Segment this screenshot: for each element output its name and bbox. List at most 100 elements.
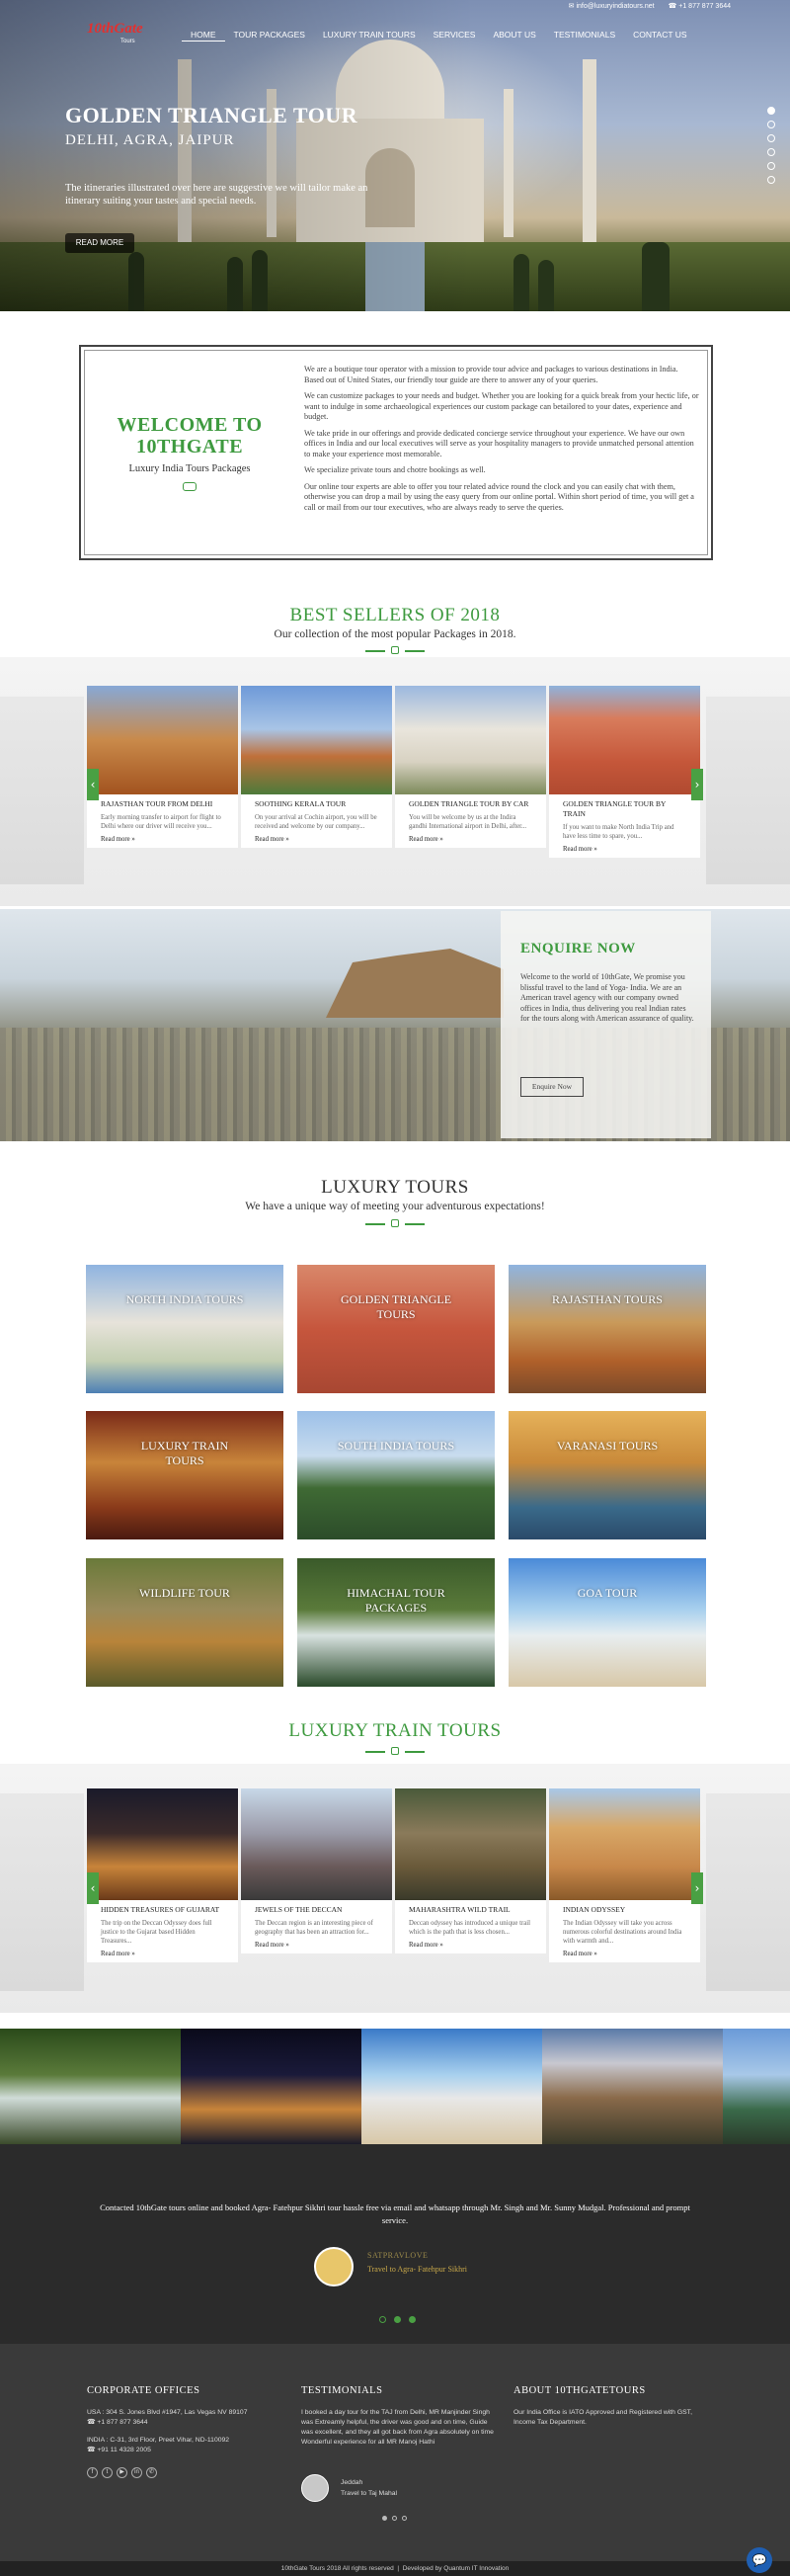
footer-about: ABOUT 10THGATETOURS Our India Office is … [514, 2385, 692, 2426]
gallery-image[interactable] [542, 2029, 723, 2144]
slider-dot[interactable] [767, 176, 775, 184]
enquire-panel: ENQUIRE NOW Welcome to the world of 10th… [501, 911, 711, 1138]
slider-dot[interactable] [767, 121, 775, 128]
twitter-icon[interactable]: t [102, 2467, 113, 2478]
package-card[interactable]: SOOTHING KERALA TOUR On your arrival at … [241, 686, 392, 848]
chat-icon[interactable]: 💬 [747, 2547, 772, 2573]
hero-description: The itineraries illustrated over here ar… [65, 183, 368, 207]
carousel-next-arrow[interactable]: › [691, 769, 703, 800]
train-tours-heading: LUXURY TRAIN TOURS [288, 1720, 502, 1741]
read-more-link[interactable]: Read more » [101, 1951, 224, 1957]
enquire-title: ENQUIRE NOW [520, 941, 636, 956]
social-links: f t ▶ in ✆ [87, 2467, 275, 2478]
carousel-next-arrow[interactable]: › [691, 1872, 703, 1904]
read-more-link[interactable]: Read more » [563, 1951, 686, 1957]
copyright-bar: 10thGate Tours 2018 All rights reserved … [0, 2561, 790, 2576]
hero-subtitle: DELHI, AGRA, JAIPUR [65, 132, 235, 148]
train-image [241, 1788, 392, 1900]
gallery-image[interactable] [181, 2029, 361, 2144]
slider-dot[interactable] [767, 134, 775, 142]
package-card[interactable]: GOLDEN TRIANGLE TOUR BY CAR You will be … [395, 686, 546, 848]
gallery-image[interactable] [0, 2029, 181, 2144]
testimonial-dots [379, 2316, 416, 2323]
nav-services[interactable]: Services [425, 29, 485, 42]
phone-link[interactable]: ☎ +1 877 877 3644 [669, 2, 731, 10]
slider-dot[interactable] [767, 162, 775, 170]
tour-tile-himachal[interactable]: HIMACHAL TOUR PACKAGES [297, 1558, 495, 1687]
tour-tile-luxury-train[interactable]: LUXURY TRAIN TOURS [86, 1411, 283, 1539]
site-logo[interactable]: 10thGate Tours [87, 20, 160, 49]
package-image [87, 686, 238, 794]
footer: CORPORATE OFFICES USA : 304 S. Jones Blv… [0, 2344, 790, 2561]
slider-dot[interactable] [382, 2516, 387, 2521]
whatsapp-icon[interactable]: ✆ [146, 2467, 157, 2478]
tour-tile-wildlife[interactable]: WILDLIFE TOUR [86, 1558, 283, 1687]
welcome-title: WELCOME TO 10THGATE [117, 414, 263, 457]
testimonial-quote: Contacted 10thGate tours online and book… [100, 2202, 690, 2225]
developer-link[interactable]: Developed by Quantum IT Innovation [403, 2565, 510, 2572]
top-contact-bar: ✉ info@luxuryindiatours.net ☎ +1 877 877… [569, 2, 731, 10]
main-nav: Home Tour Packages Luxury Train Tours Se… [182, 29, 696, 42]
hero-title: GOLDEN TRIANGLE TOUR [65, 103, 358, 127]
train-image [87, 1788, 238, 1900]
tour-tile-goa[interactable]: GOA TOUR [509, 1558, 706, 1687]
slider-dot[interactable] [392, 2516, 397, 2521]
facebook-icon[interactable]: f [87, 2467, 98, 2478]
tour-tile-south-india[interactable]: SOUTH INDIA TOURS [297, 1411, 495, 1539]
avatar [301, 2474, 329, 2502]
read-more-link[interactable]: Read more » [563, 846, 686, 853]
train-card[interactable]: HIDDEN TREASURES OF GUJARAT The trip on … [87, 1788, 238, 1962]
nav-testimonials[interactable]: Testimonials [545, 29, 624, 42]
avatar [314, 2247, 354, 2286]
slider-dot[interactable] [409, 2316, 416, 2323]
package-card[interactable]: GOLDEN TRIANGLE TOUR BY TRAIN If you wan… [549, 686, 700, 858]
package-image [395, 686, 546, 794]
slider-dot[interactable] [402, 2516, 407, 2521]
read-more-link[interactable]: Read more » [101, 836, 224, 843]
read-more-link[interactable]: Read more » [409, 836, 532, 843]
slider-dots [767, 107, 775, 184]
nav-home[interactable]: Home [182, 29, 225, 42]
gallery-image[interactable] [361, 2029, 542, 2144]
footer-corporate: CORPORATE OFFICES USA : 304 S. Jones Blv… [87, 2385, 275, 2478]
train-card[interactable]: INDIAN ODYSSEY The Indian Odyssey will t… [549, 1788, 700, 1962]
best-sellers-heading: BEST SELLERS OF 2018 Our collection of t… [274, 605, 516, 640]
welcome-text: We are a boutique tour operator with a m… [304, 365, 699, 512]
package-image [549, 686, 700, 794]
package-image [241, 686, 392, 794]
gallery-image[interactable] [723, 2029, 790, 2144]
testimonial-trip: Travel to Agra- Fatehpur Sikhri [367, 2265, 468, 2274]
tour-tile-rajasthan[interactable]: RAJASTHAN TOURS [509, 1265, 706, 1393]
welcome-box: WELCOME TO 10THGATE Luxury India Tours P… [79, 345, 713, 560]
hero-read-more-button[interactable]: READ MORE [65, 233, 134, 253]
luxury-tours-heading: LUXURY TOURS We have a unique way of mee… [245, 1177, 545, 1212]
linkedin-icon[interactable]: in [131, 2467, 142, 2478]
train-card[interactable]: JEWELS OF THE DECCAN The Deccan region i… [241, 1788, 392, 1953]
tour-tile-north-india[interactable]: NORTH INDIA TOURS [86, 1265, 283, 1393]
read-more-link[interactable]: Read more » [255, 1942, 378, 1949]
nav-luxury-train-tours[interactable]: Luxury Train Tours [314, 29, 425, 42]
enquire-text: Welcome to the world of 10thGate, We pro… [520, 972, 694, 1023]
section-divider [365, 646, 425, 656]
slider-dot[interactable] [394, 2316, 401, 2323]
nav-tour-packages[interactable]: Tour Packages [225, 29, 314, 42]
read-more-link[interactable]: Read more » [409, 1942, 532, 1949]
package-card[interactable]: RAJASTHAN TOUR FROM DELHI Early morning … [87, 686, 238, 848]
youtube-icon[interactable]: ▶ [117, 2467, 127, 2478]
section-divider [365, 1219, 425, 1229]
tour-tile-varanasi[interactable]: VARANASI TOURS [509, 1411, 706, 1539]
footer-testimonial-dots [382, 2516, 407, 2521]
train-image [395, 1788, 546, 1900]
slider-dot[interactable] [767, 148, 775, 156]
carousel-prev-arrow[interactable]: ‹ [87, 1872, 99, 1904]
enquire-now-button[interactable]: Enquire Now [520, 1077, 584, 1097]
carousel-prev-arrow[interactable]: ‹ [87, 769, 99, 800]
tour-tile-golden-triangle[interactable]: GOLDEN TRIANGLE TOURS [297, 1265, 495, 1393]
slider-dot[interactable] [379, 2316, 386, 2323]
slider-dot[interactable] [767, 107, 775, 115]
read-more-link[interactable]: Read more » [255, 836, 378, 843]
email-link[interactable]: ✉ info@luxuryindiatours.net [569, 2, 655, 10]
nav-contact-us[interactable]: Contact Us [624, 29, 695, 42]
nav-about-us[interactable]: About Us [484, 29, 544, 42]
train-card[interactable]: MAHARASHTRA WILD TRAIL Deccan odyssey ha… [395, 1788, 546, 1953]
